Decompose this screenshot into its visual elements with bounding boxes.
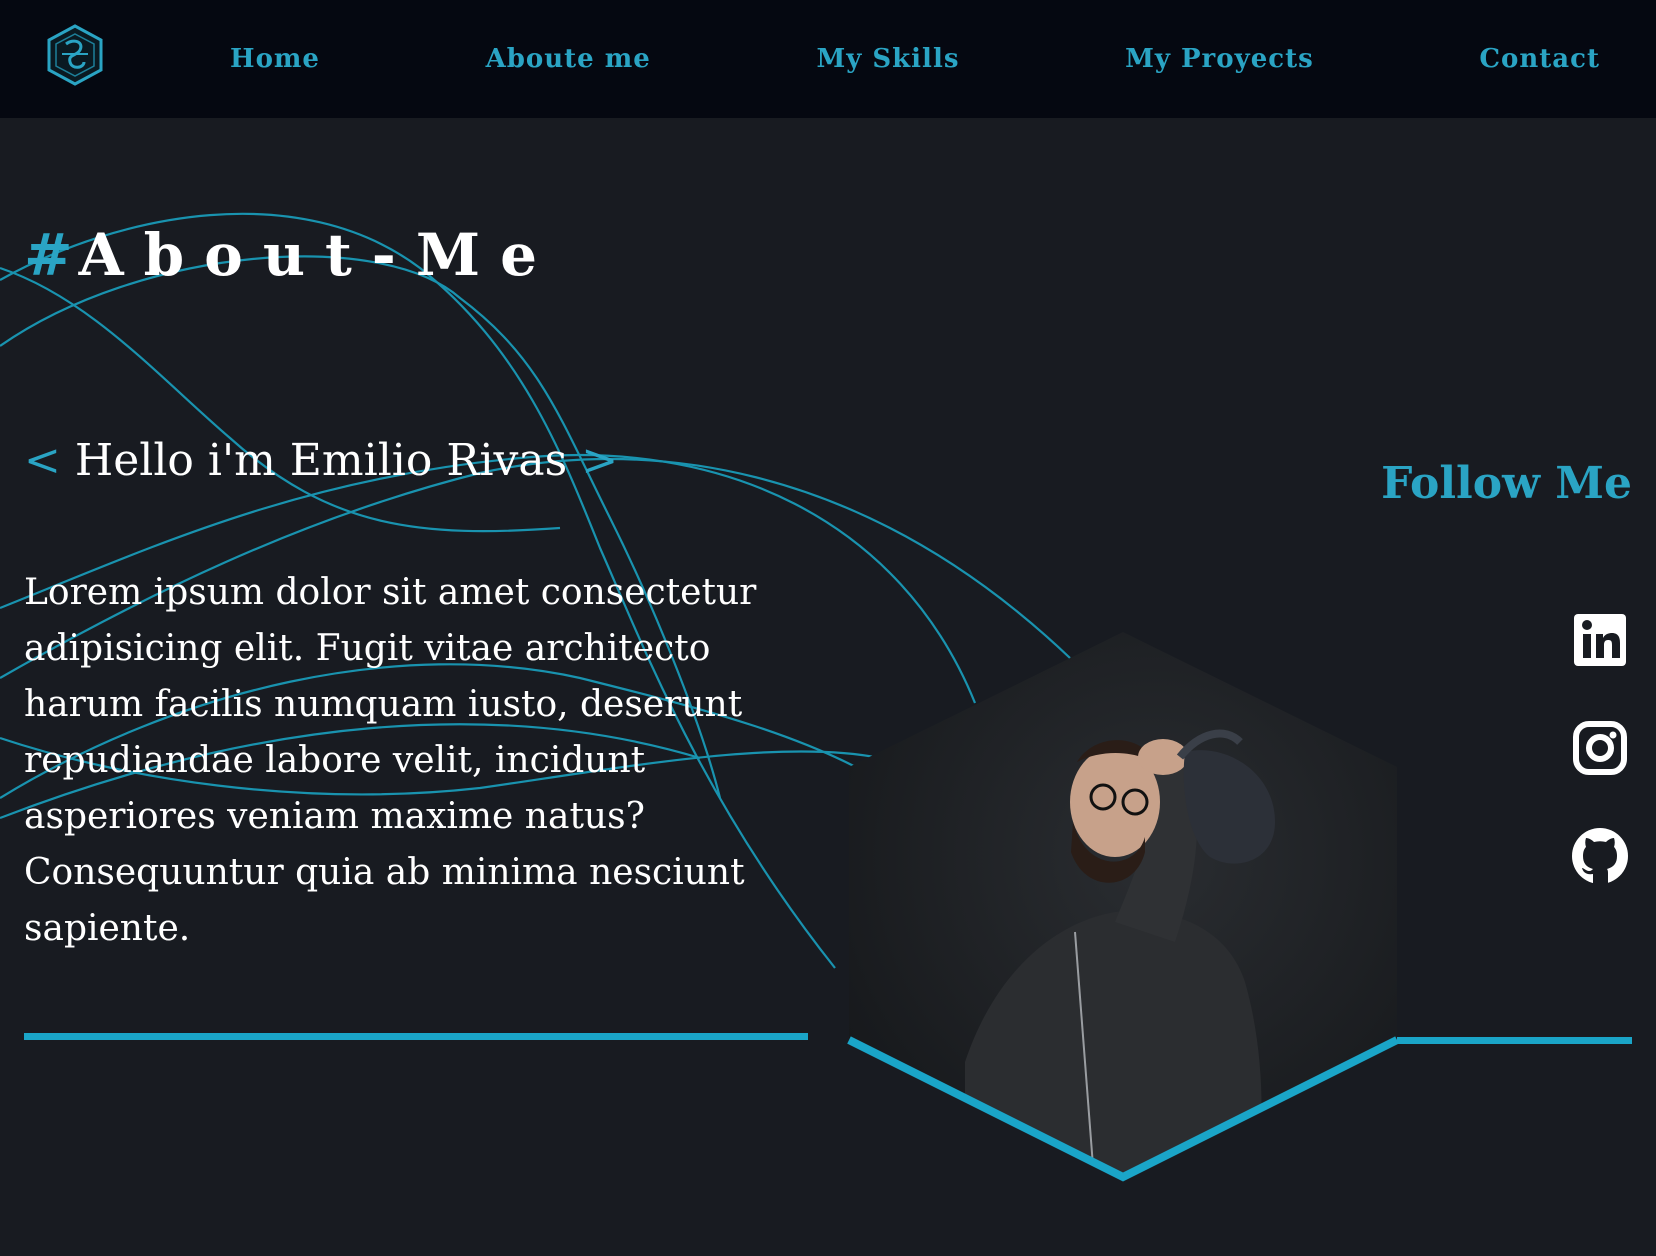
follow-me-heading: Follow Me [1381,458,1632,509]
profile-photo [847,632,1399,1182]
nav-links: Home Aboute me My Skills My Proyects Con… [230,0,1600,118]
github-icon[interactable] [1570,826,1630,886]
hash-symbol: # [24,221,79,289]
section-title-text: About-Me [78,221,557,289]
left-divider-line [24,1033,808,1040]
top-navbar: Home Aboute me My Skills My Proyects Con… [0,0,1656,118]
open-bracket: < [24,435,61,486]
nav-projects-link[interactable]: My Proyects [1125,44,1314,74]
hello-heading: < Hello i'm Emilio Rivas > [24,435,618,487]
instagram-icon[interactable] [1570,718,1630,778]
linkedin-icon[interactable] [1570,610,1630,670]
nav-home-link[interactable]: Home [230,44,320,74]
hello-text: Hello i'm Emilio Rivas [74,435,568,486]
nav-contact-link[interactable]: Contact [1479,44,1600,74]
logo-icon[interactable] [44,24,106,86]
nav-about-link[interactable]: Aboute me [486,44,651,74]
section-title: #About-Me [24,222,557,288]
close-bracket: > [581,435,619,486]
right-divider-line [1396,1037,1632,1044]
bio-paragraph: Lorem ipsum dolor sit amet consectetur a… [24,572,757,949]
nav-skills-link[interactable]: My Skills [816,44,959,74]
